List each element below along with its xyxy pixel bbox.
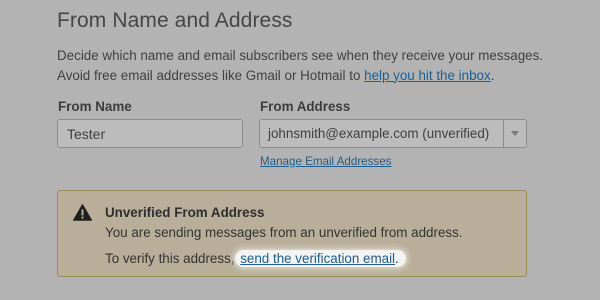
from-address-label: From Address [260,99,351,114]
select-arrow-button[interactable] [503,120,526,147]
section-title: From Name and Address [57,9,293,32]
warning-title: Unverified From Address [105,205,265,220]
verify-prefix: To verify this address, [105,251,239,266]
chevron-down-icon [511,131,519,136]
warning-verify-line: To verify this address, send the verific… [105,250,406,267]
warning-triangle-icon [73,204,92,221]
verify-suffix: . [395,251,399,266]
description-line2: Avoid free email addresses like Gmail or… [57,67,365,83]
description-suffix: . [490,67,495,83]
from-address-value: johnsmith@example.com (unverified) [268,126,490,141]
section-description: Decide which name and email subscribers … [57,46,557,85]
verify-highlight: send the verification email. [235,250,406,267]
from-address-select[interactable]: johnsmith@example.com (unverified) [259,119,527,148]
manage-email-addresses-link[interactable]: Manage Email Addresses [260,155,391,168]
from-name-input[interactable] [57,119,243,148]
description-line1: Decide which name and email subscribers … [57,48,544,63]
help-inbox-link[interactable]: help you hit the inbox [364,68,491,83]
from-name-label: From Name [58,99,132,114]
warning-body: You are sending messages from an unverif… [105,225,463,240]
send-verification-email-link[interactable]: send the verification email [240,251,395,266]
unverified-warning-box: Unverified From Address You are sending … [57,190,527,277]
